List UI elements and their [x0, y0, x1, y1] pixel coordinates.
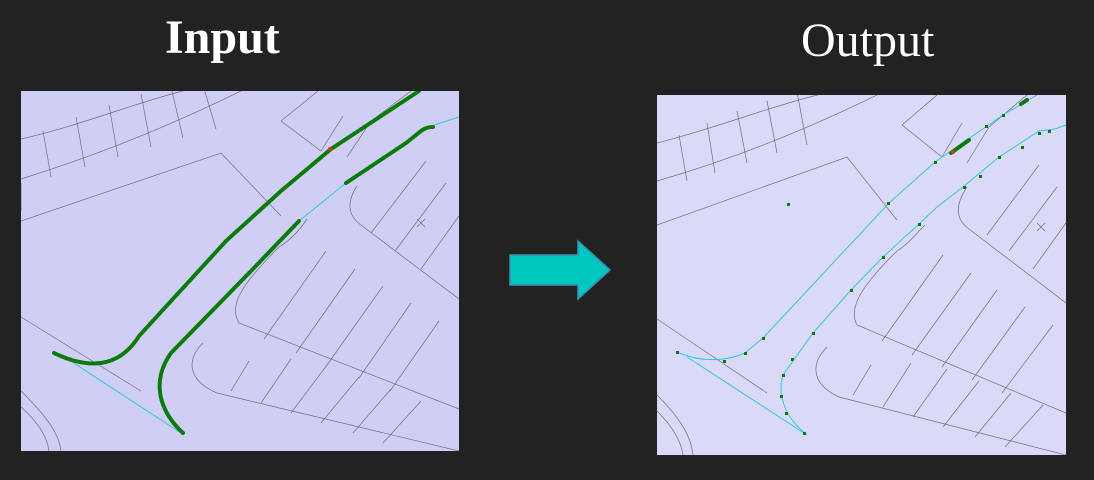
output-map-panel	[657, 95, 1066, 455]
road-centerlines	[53, 91, 459, 434]
road-centerlines	[676, 95, 1066, 436]
input-title: Input	[165, 11, 280, 64]
right-arrow-icon	[509, 239, 612, 301]
input-map-canvas	[21, 91, 459, 451]
input-map-panel	[21, 91, 459, 451]
input-vertex-strokes	[52, 91, 435, 435]
parcel-lines	[657, 95, 1066, 455]
output-map-canvas	[657, 95, 1066, 455]
selected-vertex-marker	[328, 147, 332, 151]
selected-vertex-marker	[951, 150, 955, 154]
parcel-lines	[21, 91, 459, 451]
output-dense-vertex-stroke-top	[1019, 98, 1029, 106]
output-title: Output	[801, 14, 935, 67]
